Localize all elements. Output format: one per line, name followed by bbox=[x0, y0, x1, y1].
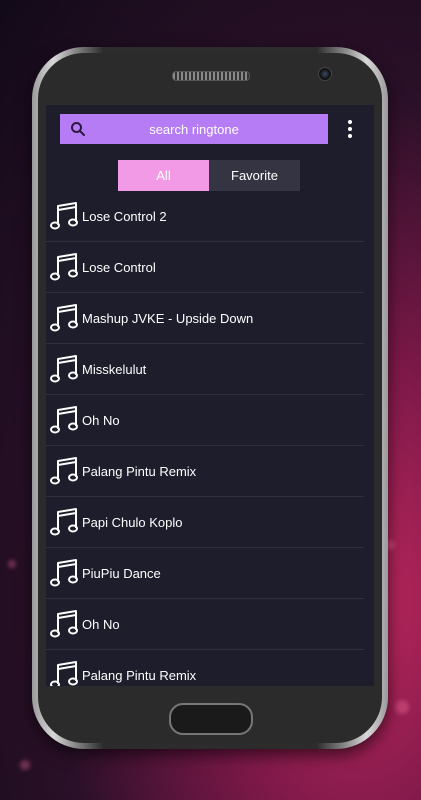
ringtone-list-item[interactable]: Mashup JVKE - Upside Down bbox=[46, 293, 364, 344]
ringtone-list-item[interactable]: PiuPiu Dance bbox=[46, 548, 364, 599]
music-note-icon bbox=[50, 660, 78, 686]
ringtone-list-item[interactable]: Palang Pintu Remix bbox=[46, 446, 364, 497]
ringtone-title: Papi Chulo Koplo bbox=[82, 514, 183, 530]
ringtone-title: Oh No bbox=[82, 616, 120, 632]
tab-all[interactable]: All bbox=[118, 160, 209, 191]
music-note-icon bbox=[50, 507, 78, 537]
ringtone-title: Palang Pintu Remix bbox=[82, 463, 197, 479]
ringtone-list-item[interactable]: Misskelulut bbox=[46, 344, 364, 395]
more-vertical-icon[interactable] bbox=[344, 120, 356, 138]
front-camera bbox=[318, 67, 332, 81]
music-note-icon bbox=[50, 558, 78, 588]
app-screen: search ringtone All Favorite Lose Contro… bbox=[46, 105, 374, 686]
ringtone-title: Oh No bbox=[82, 412, 120, 428]
ringtone-title: PiuPiu Dance bbox=[82, 565, 161, 581]
ringtone-list-item[interactable]: Oh No bbox=[46, 599, 364, 650]
ringtone-title: Lose Control bbox=[82, 259, 156, 275]
ringtone-list-item[interactable]: Papi Chulo Koplo bbox=[46, 497, 364, 548]
earpiece-speaker bbox=[172, 71, 250, 81]
tab-favorite[interactable]: Favorite bbox=[209, 160, 300, 191]
ringtone-title: Mashup JVKE - Upside Down bbox=[82, 310, 254, 326]
ringtone-title: Palang Pintu Remix bbox=[82, 667, 197, 683]
music-note-icon bbox=[50, 201, 78, 231]
music-note-icon bbox=[50, 252, 78, 282]
top-bar: search ringtone bbox=[46, 105, 374, 153]
music-note-icon bbox=[50, 609, 78, 639]
tab-bar: All Favorite bbox=[118, 160, 300, 191]
search-input[interactable]: search ringtone bbox=[60, 122, 328, 137]
search-bar[interactable]: search ringtone bbox=[60, 114, 328, 144]
music-note-icon bbox=[50, 405, 78, 435]
ringtone-list-item[interactable]: Oh No bbox=[46, 395, 364, 446]
music-note-icon bbox=[50, 456, 78, 486]
ringtone-list-item[interactable]: Palang Pintu Remix bbox=[46, 650, 364, 686]
ringtone-list-item[interactable]: Lose Control 2 bbox=[46, 191, 364, 242]
ringtone-title: Lose Control 2 bbox=[82, 208, 167, 224]
music-note-icon bbox=[50, 303, 78, 333]
ringtone-title: Misskelulut bbox=[82, 361, 147, 377]
search-icon[interactable] bbox=[70, 121, 86, 137]
home-button[interactable] bbox=[169, 703, 253, 735]
music-note-icon bbox=[50, 354, 78, 384]
ringtone-list: Lose Control 2 Lose Control Mashup JVKE - … bbox=[46, 191, 364, 686]
ringtone-list-item[interactable]: Lose Control bbox=[46, 242, 364, 293]
